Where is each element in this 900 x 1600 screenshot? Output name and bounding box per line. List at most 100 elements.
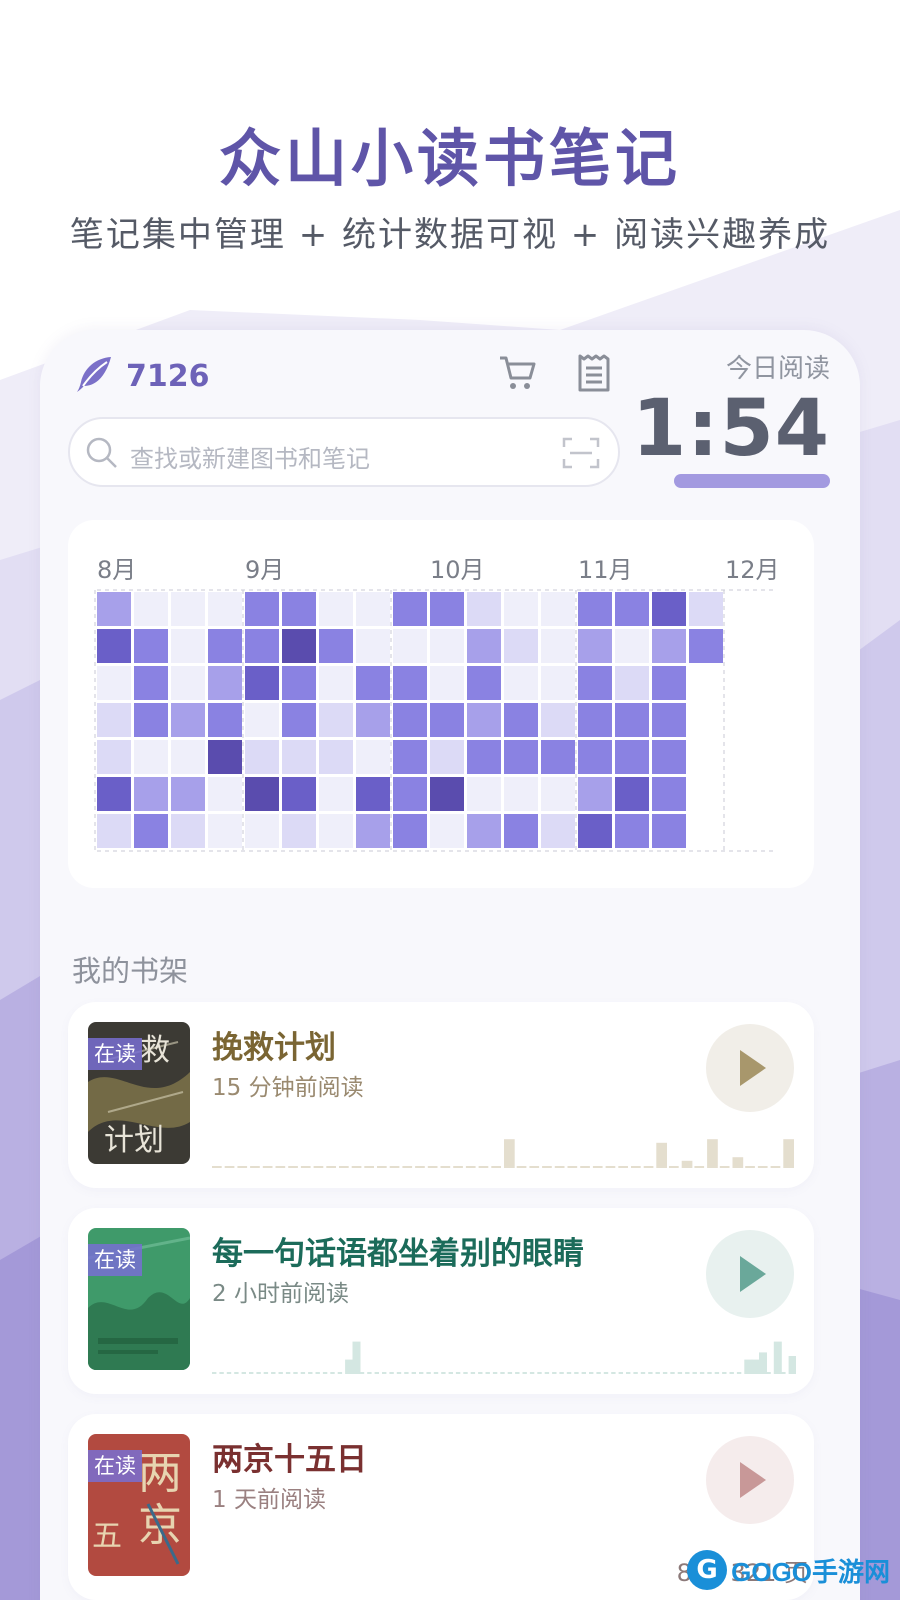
- heatmap-cell[interactable]: [319, 777, 353, 811]
- heatmap-cell[interactable]: [134, 592, 168, 626]
- heatmap-cell[interactable]: [282, 703, 316, 737]
- heatmap-cell[interactable]: [171, 703, 205, 737]
- continue-reading-button[interactable]: [706, 1024, 794, 1112]
- heatmap-cell[interactable]: [245, 592, 279, 626]
- continue-reading-button[interactable]: [706, 1436, 794, 1524]
- heatmap-cell[interactable]: [615, 629, 649, 663]
- heatmap-cell[interactable]: [467, 777, 501, 811]
- heatmap-cell[interactable]: [652, 629, 686, 663]
- heatmap-cell[interactable]: [97, 666, 131, 700]
- heatmap-cell[interactable]: [356, 592, 390, 626]
- heatmap-cell[interactable]: [578, 592, 612, 626]
- heatmap-cell[interactable]: [578, 777, 612, 811]
- heatmap-cell[interactable]: [430, 666, 464, 700]
- heatmap-cell[interactable]: [504, 666, 538, 700]
- heatmap-cell[interactable]: [504, 629, 538, 663]
- heatmap-cell[interactable]: [615, 592, 649, 626]
- heatmap-cell[interactable]: [282, 740, 316, 774]
- heatmap-cell[interactable]: [430, 777, 464, 811]
- heatmap-cell[interactable]: [615, 740, 649, 774]
- heatmap-cell[interactable]: [615, 666, 649, 700]
- heatmap-cell[interactable]: [652, 666, 686, 700]
- heatmap-cell[interactable]: [578, 703, 612, 737]
- heatmap-cell[interactable]: [356, 629, 390, 663]
- book-cover[interactable]: 救 计划 在读: [88, 1022, 190, 1164]
- heatmap-cell[interactable]: [541, 777, 575, 811]
- heatmap-cell[interactable]: [541, 703, 575, 737]
- heatmap-cell[interactable]: [578, 629, 612, 663]
- heatmap-cell[interactable]: [578, 666, 612, 700]
- heatmap-cell[interactable]: [319, 703, 353, 737]
- heatmap-cell[interactable]: [282, 592, 316, 626]
- coin-balance[interactable]: 7126: [74, 354, 210, 398]
- heatmap-cell[interactable]: [393, 592, 427, 626]
- heatmap-cell[interactable]: [504, 814, 538, 848]
- heatmap-cell[interactable]: [245, 629, 279, 663]
- heatmap-cell[interactable]: [541, 740, 575, 774]
- heatmap-cell[interactable]: [208, 592, 242, 626]
- heatmap-cell[interactable]: [393, 666, 427, 700]
- heatmap-cell[interactable]: [208, 777, 242, 811]
- heatmap-cell[interactable]: [504, 703, 538, 737]
- heatmap-cell[interactable]: [689, 592, 723, 626]
- heatmap-cell[interactable]: [467, 592, 501, 626]
- heatmap-cell[interactable]: [134, 814, 168, 848]
- heatmap-cell[interactable]: [430, 592, 464, 626]
- heatmap-cell[interactable]: [393, 703, 427, 737]
- heatmap-cell[interactable]: [467, 629, 501, 663]
- heatmap-cell[interactable]: [504, 740, 538, 774]
- heatmap-cell[interactable]: [356, 740, 390, 774]
- heatmap-cell[interactable]: [689, 629, 723, 663]
- heatmap-cell[interactable]: [208, 666, 242, 700]
- scan-icon[interactable]: [562, 437, 600, 473]
- heatmap-cell[interactable]: [282, 629, 316, 663]
- heatmap-cell[interactable]: [652, 703, 686, 737]
- heatmap-cell[interactable]: [282, 814, 316, 848]
- heatmap-cell[interactable]: [171, 814, 205, 848]
- heatmap-cell[interactable]: [171, 592, 205, 626]
- heatmap-cell[interactable]: [393, 777, 427, 811]
- book-title[interactable]: 挽救计划: [212, 1022, 336, 1067]
- heatmap-cell[interactable]: [208, 814, 242, 848]
- book-card[interactable]: 在读 每一句话语都坐着别的眼睛 2 小时前阅读: [68, 1208, 814, 1394]
- heatmap-cell[interactable]: [134, 629, 168, 663]
- heatmap-cell[interactable]: [134, 740, 168, 774]
- heatmap-cell[interactable]: [171, 777, 205, 811]
- heatmap-cell[interactable]: [97, 740, 131, 774]
- heatmap-cell[interactable]: [430, 629, 464, 663]
- book-title[interactable]: 两京十五日: [212, 1434, 367, 1479]
- book-title[interactable]: 每一句话语都坐着别的眼睛: [212, 1228, 584, 1273]
- heatmap-cell[interactable]: [467, 666, 501, 700]
- heatmap-cell[interactable]: [97, 777, 131, 811]
- heatmap-cell[interactable]: [578, 740, 612, 774]
- heatmap-cell[interactable]: [467, 814, 501, 848]
- heatmap-cell[interactable]: [541, 629, 575, 663]
- heatmap-cell[interactable]: [504, 592, 538, 626]
- heatmap-cell[interactable]: [245, 814, 279, 848]
- heatmap-cell[interactable]: [652, 740, 686, 774]
- heatmap-cell[interactable]: [430, 703, 464, 737]
- heatmap-cell[interactable]: [319, 592, 353, 626]
- heatmap-cell[interactable]: [393, 629, 427, 663]
- today-reading-time[interactable]: 1:54: [632, 384, 830, 474]
- heatmap-cell[interactable]: [393, 740, 427, 774]
- book-cover[interactable]: 在读: [88, 1228, 190, 1370]
- heatmap-cell[interactable]: [356, 703, 390, 737]
- heatmap-cell[interactable]: [430, 814, 464, 848]
- heatmap-cell[interactable]: [208, 703, 242, 737]
- heatmap-cell[interactable]: [319, 629, 353, 663]
- heatmap-cell[interactable]: [245, 740, 279, 774]
- heatmap-cell[interactable]: [134, 777, 168, 811]
- heatmap-cell[interactable]: [356, 666, 390, 700]
- heatmap-cell[interactable]: [97, 629, 131, 663]
- heatmap-cell[interactable]: [319, 814, 353, 848]
- heatmap-cell[interactable]: [541, 666, 575, 700]
- heatmap-cell[interactable]: [652, 777, 686, 811]
- heatmap-cell[interactable]: [134, 666, 168, 700]
- heatmap-cell[interactable]: [467, 740, 501, 774]
- heatmap-cell[interactable]: [652, 814, 686, 848]
- heatmap-cell[interactable]: [541, 814, 575, 848]
- search-input[interactable]: 查找或新建图书和笔记: [68, 417, 620, 487]
- heatmap-cell[interactable]: [652, 592, 686, 626]
- heatmap-cell[interactable]: [171, 629, 205, 663]
